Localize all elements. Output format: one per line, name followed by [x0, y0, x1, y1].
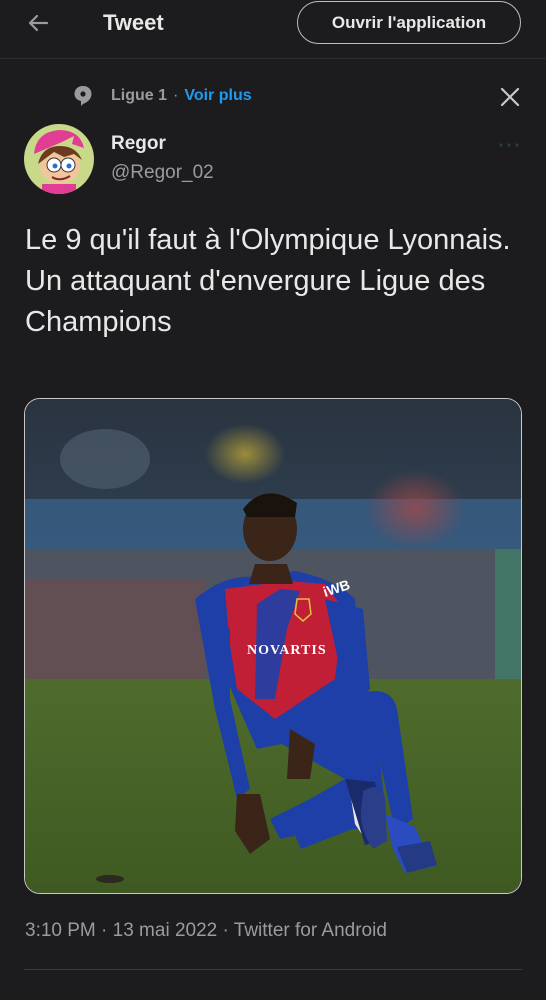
avatar[interactable] [24, 124, 94, 194]
separator-dot: · [173, 87, 179, 104]
see-more-link[interactable]: Voir plus [184, 87, 251, 105]
topic-pin-icon [74, 86, 92, 106]
author-handle[interactable]: @Regor_02 [111, 162, 214, 184]
close-icon[interactable] [499, 86, 521, 108]
top-bar: Tweet Ouvrir l'application [0, 0, 546, 59]
topic-label[interactable]: Ligue 1 [111, 87, 167, 105]
arrow-left-icon[interactable] [26, 11, 50, 35]
tweet-media-photo[interactable]: NOVARTIS iWB [24, 398, 522, 894]
page-title: Tweet [103, 10, 164, 35]
more-dots-icon[interactable] [497, 140, 521, 150]
author-name[interactable]: Regor [111, 133, 166, 155]
divider [24, 969, 522, 970]
open-app-button[interactable]: Ouvrir l'application [297, 1, 521, 44]
topic-context: Ligue 1 · Voir plus [73, 84, 252, 108]
tweet-meta: 3:10 PM · 13 mai 2022 · Twitter for Andr… [25, 920, 387, 941]
jersey-sponsor-text: NOVARTIS [247, 643, 327, 658]
tweet-text: Le 9 qu'il faut à l'Olympique Lyonnais. … [25, 224, 511, 338]
